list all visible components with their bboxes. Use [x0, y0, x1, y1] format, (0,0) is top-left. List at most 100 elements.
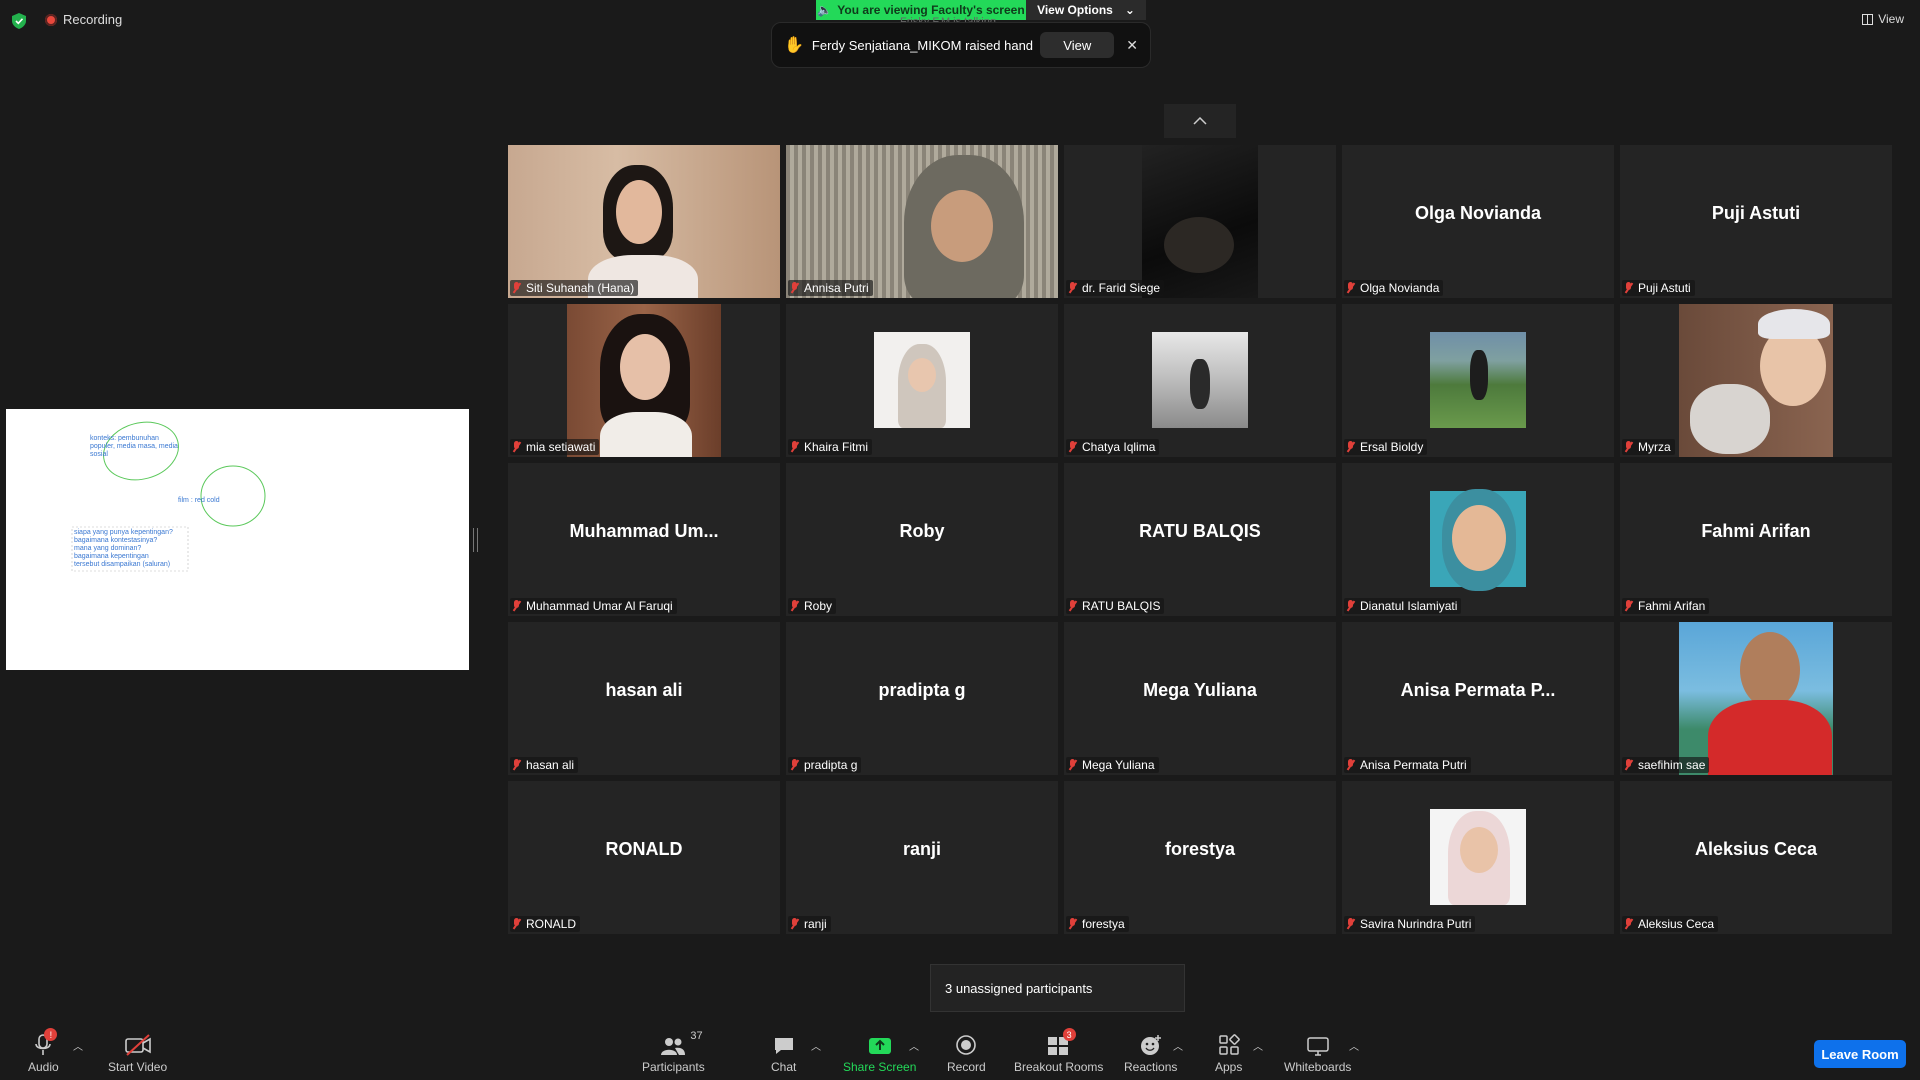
participant-tile[interactable]: Khaira Fitmi	[786, 304, 1058, 457]
participant-tile[interactable]: saefihim sae	[1620, 622, 1892, 775]
security-shield-icon[interactable]	[12, 13, 26, 29]
participant-name: dr. Farid Siege	[1082, 281, 1161, 295]
shared-text-line: sosial	[90, 451, 108, 458]
resize-handle[interactable]	[473, 528, 478, 552]
participant-display-name: forestya	[1164, 839, 1236, 859]
participant-tile[interactable]: Mega Yuliana Mega Yuliana	[1064, 622, 1336, 775]
emoji-reaction-icon	[1140, 1035, 1161, 1055]
participant-tile[interactable]: pradipta g pradipta g	[786, 622, 1058, 775]
participant-nameplate: Savira Nurindra Putri	[1344, 916, 1476, 932]
participant-nameplate: Chatya Iqlima	[1066, 439, 1160, 455]
participant-tile[interactable]: Puji Astuti Puji Astuti	[1620, 145, 1892, 298]
participant-tile[interactable]: Annisa Putri	[786, 145, 1058, 298]
participant-nameplate: Muhammad Umar Al Faruqi	[510, 598, 677, 614]
record-button[interactable]: Record	[947, 1030, 986, 1074]
view-layout-button[interactable]: View	[1862, 12, 1904, 26]
participant-tile[interactable]: hasan ali hasan ali	[508, 622, 780, 775]
participant-display-name: Roby	[899, 521, 945, 541]
raise-hand-notification: ✋ Ferdy Senjatiana_MIKOM raised hand Vie…	[771, 22, 1151, 68]
shared-screen-view[interactable]: konteks: pembunuhan populer, media masa,…	[6, 409, 469, 670]
participant-name: Mega Yuliana	[1082, 758, 1155, 772]
whiteboards-label: Whiteboards	[1284, 1060, 1352, 1074]
reactions-button[interactable]: Reactions	[1124, 1030, 1177, 1074]
share-options-caret-icon[interactable]: ︿	[909, 1038, 919, 1053]
participants-icon	[661, 1038, 686, 1055]
participant-name: Olga Novianda	[1360, 281, 1440, 295]
whiteboards-button[interactable]: Whiteboards	[1284, 1030, 1351, 1074]
breakout-rooms-button[interactable]: 3 Breakout Rooms	[1014, 1028, 1103, 1074]
close-icon[interactable]: ✕	[1126, 37, 1138, 54]
participant-tile[interactable]: Dianatul Islamiyati	[1342, 463, 1614, 616]
profile-photo-figure	[1190, 359, 1210, 409]
audio-options-caret-icon[interactable]: ︿	[73, 1038, 83, 1053]
participant-nameplate: Puji Astuti	[1622, 280, 1695, 296]
audio-button[interactable]: ! Audio	[28, 1028, 59, 1074]
participant-tile[interactable]: Ersal Bioldy	[1342, 304, 1614, 457]
participant-tile[interactable]: mia setiawati	[508, 304, 780, 457]
participant-nameplate: dr. Farid Siege	[1066, 280, 1165, 296]
participant-tile[interactable]: Roby Roby	[786, 463, 1058, 616]
shared-text-line: konteks: pembunuhan	[90, 435, 159, 442]
participant-nameplate: Olga Novianda	[1344, 280, 1444, 296]
participant-tile[interactable]: ranji ranji	[786, 781, 1058, 934]
participant-nameplate: Mega Yuliana	[1066, 757, 1159, 773]
participant-tile[interactable]: RONALD RONALD	[508, 781, 780, 934]
participant-nameplate: Annisa Putri	[788, 280, 873, 296]
chat-bubble-icon	[774, 1038, 793, 1054]
shared-text-line: bagaimana kontestasinya?	[74, 537, 158, 544]
raise-hand-view-button[interactable]: View	[1040, 32, 1115, 58]
video-feed-body	[1708, 700, 1832, 775]
participant-tile[interactable]: forestya forestya	[1064, 781, 1336, 934]
participant-tile[interactable]: Aleksius Ceca Aleksius Ceca	[1620, 781, 1892, 934]
participant-name: Savira Nurindra Putri	[1360, 917, 1472, 931]
mic-muted-icon	[512, 918, 521, 930]
participant-tile[interactable]: Siti Suhanah (Hana)	[508, 145, 780, 298]
video-feed-face	[931, 190, 993, 262]
leave-room-button[interactable]: Leave Room	[1814, 1040, 1906, 1068]
start-video-button[interactable]: Start Video	[108, 1030, 167, 1074]
participant-display-name: Mega Yuliana	[1143, 680, 1257, 700]
participant-nameplate: mia setiawati	[510, 439, 600, 455]
participant-nameplate: hasan ali	[510, 757, 579, 773]
participant-name: ranji	[804, 917, 827, 931]
share-screen-icon	[868, 1038, 891, 1054]
chat-button[interactable]: Chat	[771, 1030, 796, 1074]
participant-tile[interactable]: Fahmi Arifan Fahmi Arifan	[1620, 463, 1892, 616]
chevron-up-icon	[1193, 117, 1207, 125]
scroll-up-button[interactable]	[1164, 104, 1236, 138]
apps-button[interactable]: Apps	[1215, 1030, 1242, 1074]
whiteboard-icon	[1306, 1037, 1329, 1056]
participant-tile[interactable]: dr. Farid Siege	[1064, 145, 1336, 298]
reactions-options-caret-icon[interactable]: ︿	[1173, 1038, 1183, 1053]
whiteboards-options-caret-icon[interactable]: ︿	[1349, 1038, 1359, 1053]
participant-tile[interactable]: Savira Nurindra Putri	[1342, 781, 1614, 934]
participant-tile[interactable]: RATU BALQIS RATU BALQIS	[1064, 463, 1336, 616]
share-screen-button[interactable]: Share Screen	[843, 1030, 916, 1074]
participant-tile[interactable]: Muhammad Um... Muhammad Umar Al Faruqi	[508, 463, 780, 616]
participants-label: Participants	[642, 1060, 705, 1074]
view-options-button[interactable]: View Options ⌄	[1026, 0, 1146, 20]
participant-display-name: RATU BALQIS	[1139, 521, 1261, 541]
participant-name: Roby	[804, 599, 833, 613]
participant-nameplate: RONALD	[510, 916, 581, 932]
recording-indicator[interactable]: Recording	[45, 12, 122, 27]
chat-options-caret-icon[interactable]: ︿	[811, 1038, 821, 1053]
participant-display-name: hasan ali	[605, 680, 683, 700]
audio-alert-badge: !	[44, 1028, 58, 1041]
participant-tile[interactable]: Chatya Iqlima	[1064, 304, 1336, 457]
participants-button[interactable]: 37 Participants	[642, 1030, 705, 1074]
apps-options-caret-icon[interactable]: ︿	[1253, 1038, 1263, 1053]
unassigned-participants-toast[interactable]: 3 unassigned participants	[930, 964, 1185, 1012]
participant-name: RONALD	[526, 917, 577, 931]
video-off-icon	[124, 1034, 151, 1056]
video-feed-face	[1164, 217, 1234, 273]
participant-name: Annisa Putri	[804, 281, 869, 295]
participant-tile[interactable]: Olga Novianda Olga Novianda	[1342, 145, 1614, 298]
shared-text-line: siapa yang punya kepentingan?	[74, 529, 173, 536]
participant-tile[interactable]: Myrza	[1620, 304, 1892, 457]
mic-muted-icon	[1068, 282, 1077, 294]
shared-text-line: populer, media masa, media	[90, 443, 178, 450]
participant-name: Siti Suhanah (Hana)	[526, 281, 635, 295]
participant-tile[interactable]: Anisa Permata P... Anisa Permata Putri	[1342, 622, 1614, 775]
participant-display-name: Muhammad Um...	[569, 521, 719, 541]
